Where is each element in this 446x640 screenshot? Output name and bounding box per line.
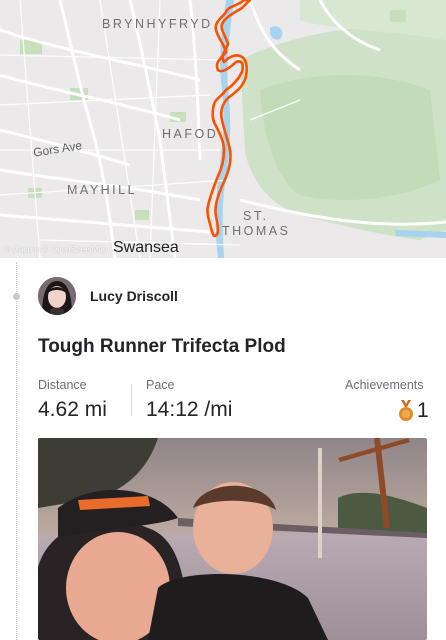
pace-label: Pace xyxy=(146,378,175,392)
stat-divider xyxy=(131,384,132,416)
map-label-hafod: HAFOD xyxy=(162,127,219,141)
map-label-swansea: Swansea xyxy=(113,239,179,256)
avatar-image xyxy=(38,277,76,315)
map-label-thomas: THOMAS xyxy=(222,224,291,238)
medal-icon xyxy=(399,400,413,421)
photo-image xyxy=(38,438,427,640)
pace-value: 14:12 /mi xyxy=(146,398,233,421)
achievements-label: Achievements xyxy=(345,378,424,392)
map-canvas xyxy=(0,0,446,258)
activity-photo[interactable] xyxy=(38,438,427,640)
route-map[interactable]: BRYNHYFRYD HAFOD Gors Ave MAYHILL ST. TH… xyxy=(0,0,446,258)
map-label-mayhill: MAYHILL xyxy=(67,183,138,197)
avatar[interactable] xyxy=(38,277,76,315)
achievements-count: 1 xyxy=(417,399,429,422)
distance-label: Distance xyxy=(38,378,87,392)
map-label-brynhyfryd: BRYNHYFRYD xyxy=(102,17,213,31)
map-attribution[interactable]: © Mapbox © OpenStreetMap xyxy=(4,245,107,254)
timeline-line xyxy=(16,262,17,640)
distance-value: 4.62 mi xyxy=(38,398,107,421)
map-label-st: ST. xyxy=(243,209,269,223)
athlete-name[interactable]: Lucy Driscoll xyxy=(90,288,178,304)
activity-title[interactable]: Tough Runner Trifecta Plod xyxy=(38,336,286,358)
timeline-dot xyxy=(13,293,20,300)
